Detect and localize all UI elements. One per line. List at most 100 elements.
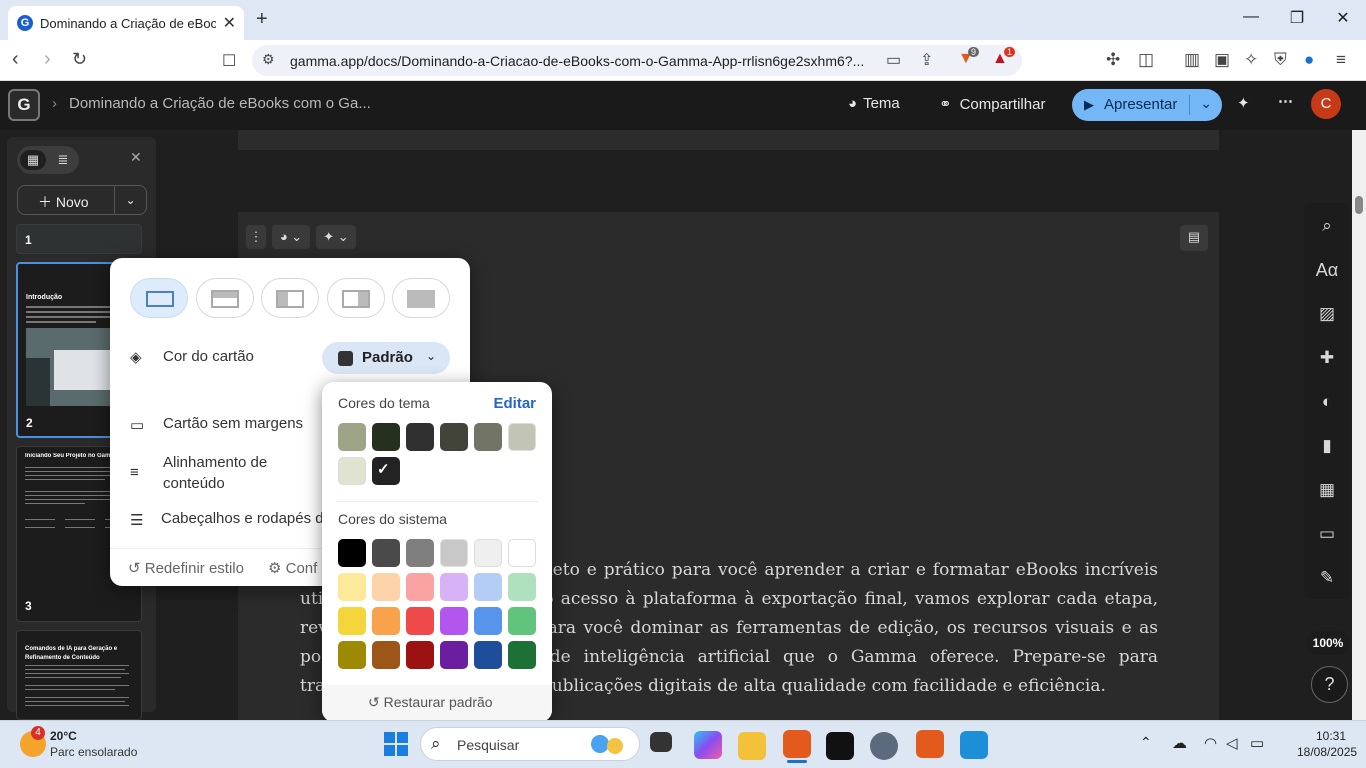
edit-colors-link[interactable]: Editar: [493, 395, 536, 412]
task-view-icon[interactable]: [650, 732, 672, 752]
copilot-icon[interactable]: [694, 731, 722, 759]
battery-icon[interactable]: ▭: [1250, 734, 1264, 752]
system-color-swatch[interactable]: [406, 607, 434, 635]
grid-view-icon[interactable]: ▦: [20, 150, 46, 170]
close-window-button[interactable]: ✕: [1328, 8, 1358, 28]
system-color-swatch[interactable]: [440, 573, 468, 601]
embed-icon[interactable]: ◐: [1313, 392, 1341, 412]
layout-option-top[interactable]: [196, 278, 254, 318]
theme-color-swatch[interactable]: [338, 457, 366, 485]
more-options-icon[interactable]: ⋯: [1278, 92, 1293, 110]
system-color-swatch[interactable]: [508, 607, 536, 635]
back-icon[interactable]: ‹: [12, 48, 19, 71]
menu-icon[interactable]: ≡: [1336, 50, 1346, 70]
system-color-swatch[interactable]: [508, 573, 536, 601]
breadcrumb[interactable]: › Dominando a Criação de eBooks com o Ga.…: [52, 95, 371, 112]
system-color-swatch[interactable]: [474, 641, 502, 669]
blocks-icon[interactable]: ✚: [1313, 348, 1341, 368]
close-panel-icon[interactable]: ✕: [130, 149, 142, 166]
close-tab-icon[interactable]: ✕: [223, 13, 236, 33]
maximize-button[interactable]: ❐: [1282, 8, 1312, 28]
system-color-swatch[interactable]: [474, 573, 502, 601]
avatar[interactable]: C: [1311, 89, 1341, 119]
system-color-swatch[interactable]: [338, 573, 366, 601]
config-button[interactable]: ⚙ Conf: [268, 559, 317, 577]
slide-thumb-1[interactable]: 1: [16, 224, 142, 254]
no-margin-label[interactable]: Cartão sem margens: [163, 415, 303, 432]
system-color-swatch[interactable]: [338, 641, 366, 669]
cast-icon[interactable]: ▭: [886, 50, 901, 70]
present-button[interactable]: ▶ Apresentar ⌄: [1072, 89, 1222, 121]
share-icon[interactable]: ⇪: [920, 50, 933, 70]
gamma-logo-icon[interactable]: G: [8, 89, 40, 121]
card-notes-icon[interactable]: ▤: [1180, 225, 1208, 251]
alignment-label[interactable]: Alinhamento de conteúdo: [163, 452, 293, 494]
card-style-button[interactable]: ◕ ⌄: [272, 225, 310, 249]
restore-default-button[interactable]: ↺ Restaurar padrão: [322, 685, 552, 722]
system-color-swatch[interactable]: [406, 641, 434, 669]
theme-color-swatch[interactable]: [508, 423, 536, 451]
site-info-icon[interactable]: ⚙: [262, 51, 275, 68]
taskbar-search[interactable]: ⌕ Pesquisar: [420, 727, 640, 761]
profile-icon[interactable]: ●: [1304, 50, 1314, 70]
new-tab-button[interactable]: +: [256, 8, 268, 31]
clock-date[interactable]: 18/08/2025: [1297, 745, 1357, 759]
slide-thumb-4[interactable]: Comandos de IA para Geração e Refinament…: [16, 630, 142, 720]
volume-icon[interactable]: ◁: [1226, 734, 1238, 752]
system-color-swatch[interactable]: [338, 539, 366, 567]
card-layout-icon[interactable]: ▭: [1313, 524, 1341, 544]
sidebar-icon[interactable]: ▥: [1184, 50, 1200, 70]
theme-color-swatch[interactable]: [406, 423, 434, 451]
system-color-swatch[interactable]: [338, 607, 366, 635]
forward-icon[interactable]: ›: [44, 48, 51, 71]
share-button[interactable]: ⚭ Compartilhar: [939, 95, 1045, 113]
minimize-button[interactable]: —: [1236, 8, 1266, 26]
help-button[interactable]: ?: [1311, 666, 1348, 703]
file-explorer-icon[interactable]: [738, 732, 766, 760]
system-color-swatch[interactable]: [440, 539, 468, 567]
system-color-swatch[interactable]: [508, 641, 536, 669]
extensions-icon[interactable]: ✣: [1106, 50, 1120, 70]
ai-sparkle-icon[interactable]: ✦: [1237, 94, 1250, 112]
view-toggle[interactable]: ▦ ≣: [17, 146, 79, 174]
bookmark-icon[interactable]: ☐: [222, 51, 236, 71]
chevron-down-icon[interactable]: ⌄: [1200, 95, 1212, 112]
theme-color-swatch[interactable]: [474, 423, 502, 451]
system-color-swatch[interactable]: [440, 607, 468, 635]
card-menu-icon[interactable]: ⋮: [246, 225, 266, 249]
system-color-swatch[interactable]: [406, 573, 434, 601]
system-color-swatch[interactable]: [372, 539, 400, 567]
theme-color-swatch[interactable]: ✓: [372, 457, 400, 485]
theme-color-swatch[interactable]: [338, 423, 366, 451]
vertical-scrollbar[interactable]: [1352, 130, 1366, 720]
theme-color-swatch[interactable]: [372, 423, 400, 451]
wallet-icon[interactable]: ▣: [1214, 50, 1230, 70]
list-view-icon[interactable]: ≣: [50, 150, 76, 170]
capcut-icon[interactable]: [826, 732, 854, 760]
theme-color-swatch[interactable]: [440, 423, 468, 451]
vpn-icon[interactable]: ⛨: [1274, 50, 1287, 70]
browser-tab[interactable]: G Dominando a Criação de eBooks ✕: [8, 6, 244, 40]
theme-button[interactable]: ◕ Tema: [848, 95, 900, 112]
ai-edit-button[interactable]: ✦ ⌄: [316, 225, 356, 249]
brave-beta-icon[interactable]: [916, 730, 944, 758]
settings-icon[interactable]: [870, 732, 898, 760]
windows-start-icon[interactable]: [384, 732, 408, 756]
system-color-swatch[interactable]: [508, 539, 536, 567]
system-color-swatch[interactable]: [372, 641, 400, 669]
image-icon[interactable]: ▨: [1313, 304, 1341, 324]
system-color-swatch[interactable]: [406, 539, 434, 567]
reader-icon[interactable]: ◫: [1138, 50, 1154, 70]
onedrive-icon[interactable]: ☁: [1172, 734, 1187, 752]
chevron-up-icon[interactable]: ⌃: [1140, 734, 1152, 751]
layout-option-left[interactable]: [261, 278, 319, 318]
chevron-down-icon[interactable]: ⌄: [114, 186, 146, 214]
wifi-icon[interactable]: ◠: [1204, 734, 1217, 752]
reset-style-button[interactable]: ↺ Redefinir estilo: [128, 559, 244, 577]
new-card-button[interactable]: ＋ Novo ⌄: [17, 185, 147, 215]
system-color-swatch[interactable]: [474, 607, 502, 635]
reload-icon[interactable]: ↻: [72, 49, 87, 70]
brave-browser-icon[interactable]: [783, 730, 811, 758]
system-color-swatch[interactable]: [372, 607, 400, 635]
search-icon[interactable]: ⌕: [1313, 216, 1341, 236]
